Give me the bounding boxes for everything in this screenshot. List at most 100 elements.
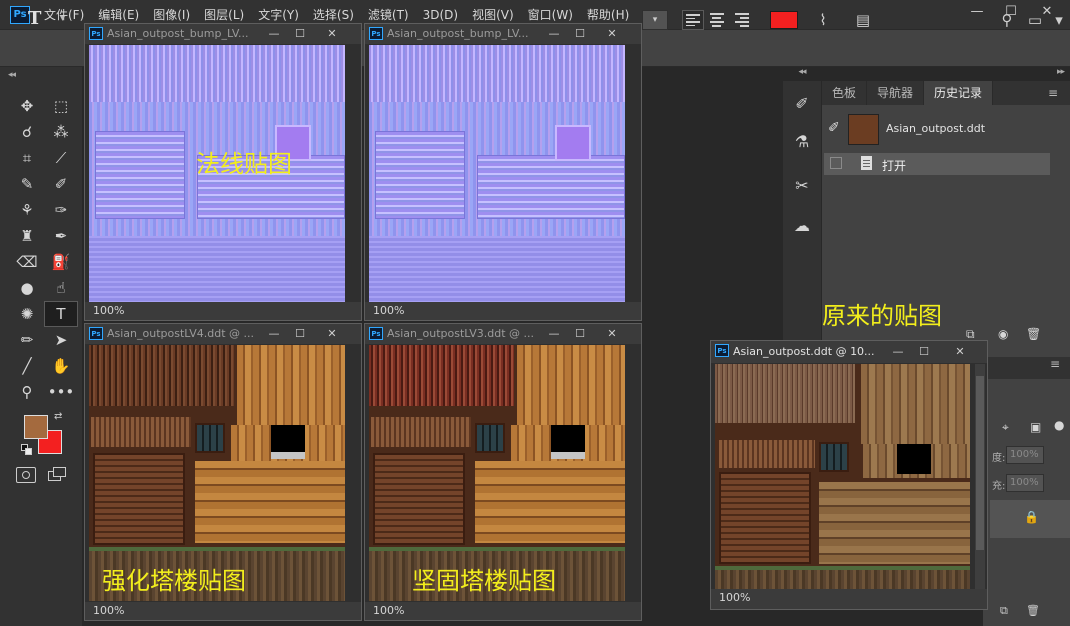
fill-field[interactable]: 100%	[1006, 474, 1044, 492]
character-panel-icon[interactable]: ▤	[852, 9, 874, 31]
doc-maximize-button[interactable]: ☐	[289, 325, 311, 341]
search-icon[interactable]: ⚲	[996, 9, 1018, 31]
quick-mask-icon[interactable]	[16, 467, 36, 483]
paint-bucket-tool-icon[interactable]: ⛽	[44, 249, 78, 275]
menu-help[interactable]: 帮助(H)	[587, 6, 629, 23]
workspace-icon[interactable]: ▭	[1024, 9, 1046, 31]
doc-close-button[interactable]: ✕	[321, 325, 343, 341]
app-minimize-button[interactable]: —	[960, 0, 994, 22]
menu-select[interactable]: 选择(S)	[313, 6, 354, 23]
dock-collapse-button[interactable]: ◂◂	[783, 67, 821, 81]
artboard-icon[interactable]: ▣	[1030, 420, 1041, 434]
align-right-button[interactable]	[732, 10, 754, 30]
opacity-field[interactable]: 100%	[1006, 446, 1044, 464]
brush-settings-icon[interactable]: ✐	[789, 90, 815, 116]
eyedropper-tool-icon[interactable]: ⟋	[44, 145, 78, 171]
lasso-tool-icon[interactable]: ☌	[10, 119, 44, 145]
zoom-level[interactable]: 100%	[93, 304, 124, 317]
canvas-original-texture[interactable]	[715, 364, 970, 590]
tool-preset-chevron-icon[interactable]: ▾	[60, 13, 65, 24]
doc-close-button[interactable]: ✕	[949, 343, 971, 359]
document-tab[interactable]: Ps Asian_outpost.ddt @ 10... — ☐ ✕	[711, 341, 987, 363]
layers-panel-menu-icon[interactable]: ≡	[1050, 357, 1060, 371]
menu-edit[interactable]: 编辑(E)	[98, 6, 139, 23]
doc-close-button[interactable]: ✕	[321, 25, 343, 41]
menu-filter[interactable]: 滤镜(T)	[368, 6, 409, 23]
doc-close-button[interactable]: ✕	[601, 25, 623, 41]
art-history-brush-icon[interactable]: ✒	[44, 223, 78, 249]
blur-tool-icon[interactable]: ●	[10, 275, 44, 301]
doc-minimize-button[interactable]: —	[543, 25, 565, 41]
history-state-row[interactable]	[824, 153, 1050, 175]
tab-history[interactable]: 历史记录	[924, 81, 994, 105]
right-dock-collapse-button[interactable]: ▸▸	[822, 67, 1070, 81]
creative-cloud-libraries-icon[interactable]: ☁	[789, 212, 815, 238]
sponge-tool-icon[interactable]: ✺	[10, 301, 44, 327]
doc-maximize-button[interactable]: ☐	[569, 25, 591, 41]
scrollbar-thumb[interactable]	[976, 376, 984, 550]
delete-state-icon[interactable]: 🗑	[1026, 327, 1041, 341]
swap-colors-icon[interactable]: ⇄	[54, 411, 62, 422]
tools-collapse-button[interactable]: ◂◂	[8, 70, 16, 80]
align-left-button[interactable]	[682, 10, 704, 30]
zoom-level[interactable]: 100%	[93, 604, 124, 617]
zoom-level[interactable]: 100%	[719, 591, 750, 604]
default-colors-icon[interactable]	[21, 444, 33, 456]
foreground-color-swatch[interactable]	[24, 415, 48, 439]
canvas-normal-map-2[interactable]	[369, 45, 625, 303]
tab-navigator[interactable]: 导航器	[867, 81, 925, 105]
workspace-chevron-icon[interactable]: ▾	[1048, 9, 1070, 31]
tab-swatches[interactable]: 色板	[822, 81, 868, 105]
doc-minimize-button[interactable]: —	[263, 25, 285, 41]
document-window-original[interactable]: Ps Asian_outpost.ddt @ 10... — ☐ ✕ 100%	[710, 340, 988, 610]
doc-maximize-button[interactable]: ☐	[289, 25, 311, 41]
document-tab[interactable]: Ps Asian_outpostLV3.ddt @ ... — ☐ ✕	[365, 324, 641, 344]
zoom-level[interactable]: 100%	[373, 304, 404, 317]
document-tab[interactable]: Ps Asian_outpostLV4.ddt @ ... — ☐ ✕	[85, 324, 361, 344]
eraser-tool-icon[interactable]: ⌫	[10, 249, 44, 275]
magic-wand-tool-icon[interactable]: ⁂	[44, 119, 78, 145]
history-brush-source-icon[interactable]: ✐	[828, 120, 840, 136]
zoom-tool-icon[interactable]: ⚲	[10, 379, 44, 405]
screen-mode-icon[interactable]	[48, 467, 68, 483]
anti-alias-dropdown[interactable]: ▾	[642, 10, 668, 30]
menu-image[interactable]: 图像(I)	[153, 6, 190, 23]
move-tool-icon[interactable]: ✥	[10, 93, 44, 119]
warp-text-icon[interactable]: ⌇	[812, 9, 834, 31]
menu-3d[interactable]: 3D(D)	[423, 8, 458, 22]
doc-close-button[interactable]: ✕	[601, 325, 623, 341]
crop-tool-icon[interactable]: ⌗	[10, 145, 44, 171]
delete-layer-icon[interactable]: 🗑	[1026, 604, 1040, 617]
type-tool-preset-icon[interactable]: T	[28, 8, 41, 29]
history-brush-tool-icon[interactable]: ✑	[44, 197, 78, 223]
doc-minimize-button[interactable]: —	[263, 325, 285, 341]
doc-maximize-button[interactable]: ☐	[569, 325, 591, 341]
pen-tool-icon[interactable]: ✏	[10, 327, 44, 353]
marquee-tool-icon[interactable]: ⬚	[44, 93, 78, 119]
new-layer-icon[interactable]: ⧉	[1000, 604, 1008, 618]
lock-position-icon[interactable]: ⌖	[1002, 420, 1009, 435]
more-tools-icon[interactable]: •••	[44, 379, 78, 405]
line-tool-icon[interactable]: ╱	[10, 353, 44, 379]
document-tab[interactable]: Ps Asian_outpost_bump_LV... — ☐ ✕	[365, 24, 641, 44]
brush-tool-icon[interactable]: ✐	[44, 171, 78, 197]
doc-minimize-button[interactable]: —	[887, 343, 909, 359]
type-tool-icon[interactable]: T	[44, 301, 78, 327]
hand-tool-icon[interactable]: ✋	[44, 353, 78, 379]
doc-maximize-button[interactable]: ☐	[913, 343, 935, 359]
healing-brush-tool-icon[interactable]: ✎	[10, 171, 44, 197]
document-tab[interactable]: Ps Asian_outpost_bump_LV... — ☐ ✕	[85, 24, 361, 44]
menu-window[interactable]: 窗口(W)	[528, 6, 573, 23]
zoom-level[interactable]: 100%	[373, 604, 404, 617]
history-state-checkbox[interactable]	[830, 157, 842, 169]
clone-source-icon[interactable]: ⚗	[789, 128, 815, 154]
new-snapshot-icon[interactable]: ◉	[998, 327, 1008, 341]
panel-menu-icon[interactable]: ≡	[1048, 86, 1058, 100]
path-selection-tool-icon[interactable]: ➤	[44, 327, 78, 353]
menu-view[interactable]: 视图(V)	[472, 6, 514, 23]
align-center-button[interactable]	[707, 10, 729, 30]
smudge-tool-icon[interactable]: ☝	[44, 275, 78, 301]
tool-presets-icon[interactable]: ✂	[789, 172, 815, 198]
clone-stamp-tool-icon[interactable]: ⚘	[10, 197, 44, 223]
document-window-bump-2[interactable]: Ps Asian_outpost_bump_LV... — ☐ ✕ 100%	[364, 23, 642, 321]
